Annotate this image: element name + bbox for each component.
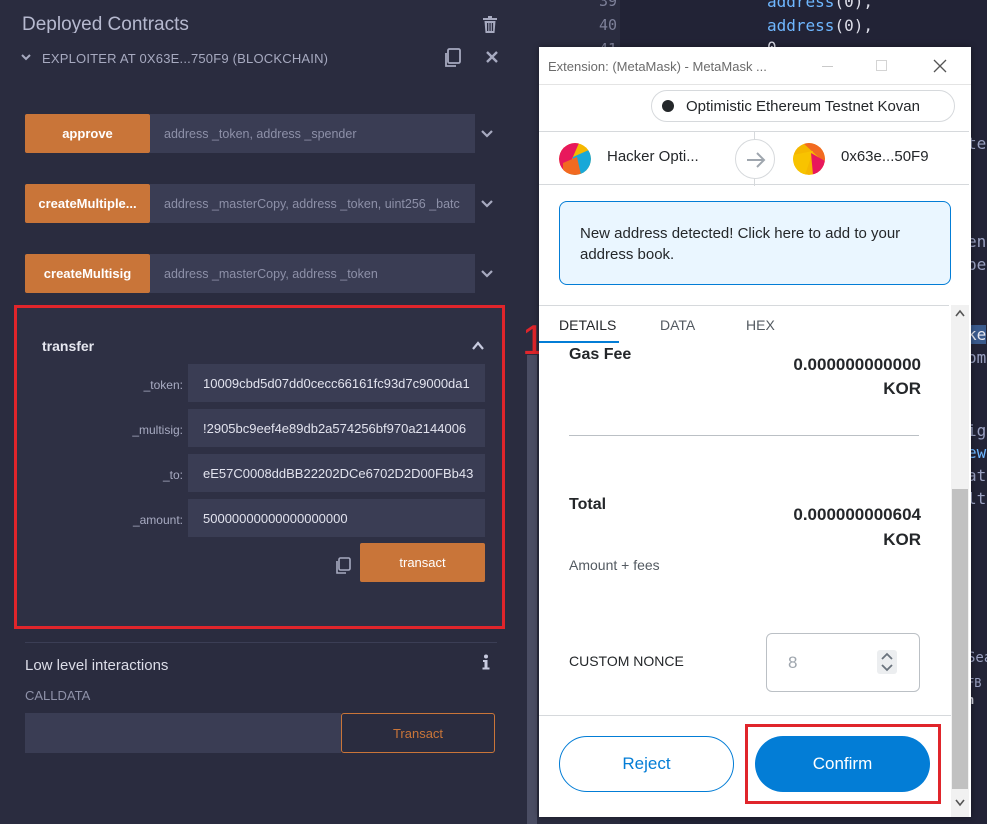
minimize-button[interactable] — [822, 66, 833, 67]
param-label-token: _token: — [143, 378, 183, 392]
code-line: address(0), — [767, 0, 873, 11]
from-account-name[interactable]: Hacker Opti... — [607, 148, 699, 165]
info-icon[interactable] — [481, 654, 491, 670]
create-multiple-input[interactable]: address _masterCopy, address _token, uin… — [150, 184, 475, 223]
tab-data[interactable]: DATA — [660, 317, 695, 333]
calldata-label: CALLDATA — [25, 688, 91, 703]
chevron-down-icon[interactable] — [21, 52, 31, 62]
param-label-to: _to: — [162, 468, 183, 482]
from-account-avatar — [559, 143, 591, 175]
to-account-avatar — [793, 143, 825, 175]
calldata-input[interactable] — [25, 713, 341, 753]
divider — [25, 642, 497, 643]
gas-fee-value: 0.000000000000 KOR — [793, 355, 921, 398]
account-transfer-row: Hacker Opti... 0x63e...50F9 — [539, 131, 969, 186]
create-multisig-input[interactable]: address _masterCopy, address _token — [150, 254, 475, 293]
amount-plus-fees-label: Amount + fees — [569, 557, 660, 573]
copy-icon[interactable] — [443, 48, 461, 68]
create-multiple-button[interactable]: createMultiple... — [25, 184, 150, 223]
network-status-dot — [662, 100, 674, 112]
close-icon[interactable] — [933, 59, 947, 73]
action-footer: Reject Confirm — [539, 715, 951, 817]
panel-scrollbar-thumb[interactable] — [527, 355, 537, 824]
chevron-up-icon[interactable] — [472, 341, 484, 350]
chevron-down-icon[interactable] — [481, 199, 493, 209]
divider — [569, 435, 919, 436]
contract-instance-name: EXPLOITER AT 0X63E...750F9 (BLOCKCHAIN) — [42, 51, 329, 66]
confirm-highlight-box — [745, 724, 941, 804]
metamask-popup: Extension: (MetaMask) - MetaMask ... Opt… — [539, 47, 971, 817]
reject-button[interactable]: Reject — [559, 736, 734, 792]
chevron-down-icon[interactable] — [481, 129, 493, 139]
transfer-transact-button[interactable]: transact — [360, 543, 485, 582]
details-tabs: DETAILS DATA HEX — [539, 305, 949, 343]
scroll-up-icon[interactable] — [955, 309, 965, 317]
param-label-amount: _amount: — [132, 513, 183, 527]
gas-fee-label: Gas Fee — [569, 346, 632, 363]
to-account-address[interactable]: 0x63e...50F9 — [841, 148, 929, 165]
approve-input[interactable]: address _token, address _spender — [150, 114, 475, 153]
low-level-interactions-title: Low level interactions — [25, 657, 169, 674]
tab-hex[interactable]: HEX — [746, 317, 775, 333]
param-label-multisig: _multisig: — [132, 423, 183, 437]
arrow-right-icon — [735, 139, 775, 179]
popup-scrollbar-thumb[interactable] — [952, 489, 968, 789]
low-level-transact-button[interactable]: Transact — [341, 713, 495, 753]
chevron-down-icon[interactable] — [481, 269, 493, 279]
new-address-notice[interactable]: New address detected! Click here to add … — [559, 201, 951, 285]
window-title: Extension: (MetaMask) - MetaMask ... — [548, 59, 767, 74]
contract-instance-header[interactable]: EXPLOITER AT 0X63E...750F9 (BLOCKCHAIN) — [14, 33, 508, 83]
param-input-to[interactable]: eE57C0008ddBB22202DCe6702D2D00FBb43 — [188, 454, 485, 492]
total-label: Total — [569, 496, 607, 513]
custom-nonce-input[interactable]: 8 — [766, 633, 920, 692]
trash-icon[interactable] — [483, 16, 497, 33]
tab-active-indicator — [539, 341, 619, 343]
remix-run-panel: Deployed Contracts EXPLOITER AT 0X63E...… — [0, 0, 527, 824]
param-input-token[interactable]: 10009cbd5d07dd0cecc66161fc93d7c9000da1 — [188, 364, 485, 402]
network-name: Optimistic Ethereum Testnet Kovan — [686, 97, 920, 115]
line-number: 39 — [598, 0, 617, 10]
create-multisig-button[interactable]: createMultisig — [25, 254, 150, 293]
copy-icon[interactable] — [335, 557, 351, 575]
custom-nonce-label: CUSTOM NONCE — [569, 653, 684, 669]
close-icon[interactable] — [486, 51, 498, 63]
stepper-icon[interactable] — [877, 650, 897, 674]
transfer-title: transfer — [42, 338, 95, 354]
tab-details[interactable]: DETAILS — [559, 317, 616, 333]
code-line: address(0), — [767, 16, 873, 35]
window-titlebar: Extension: (MetaMask) - MetaMask ... — [539, 47, 971, 85]
line-number: 40 — [598, 16, 617, 34]
total-value: 0.000000000604 KOR — [793, 505, 921, 549]
scroll-down-icon[interactable] — [955, 799, 965, 807]
param-input-multisig[interactable]: !2905bc9eef4e89db2a574256bf970a2144006 — [188, 409, 485, 447]
param-input-amount[interactable]: 50000000000000000000 — [188, 499, 485, 537]
approve-button[interactable]: approve — [25, 114, 150, 153]
network-selector[interactable]: Optimistic Ethereum Testnet Kovan — [651, 90, 955, 122]
transfer-function-panel: transfer _token: 10009cbd5d07dd0cecc6616… — [14, 305, 505, 629]
maximize-button[interactable] — [876, 60, 887, 71]
